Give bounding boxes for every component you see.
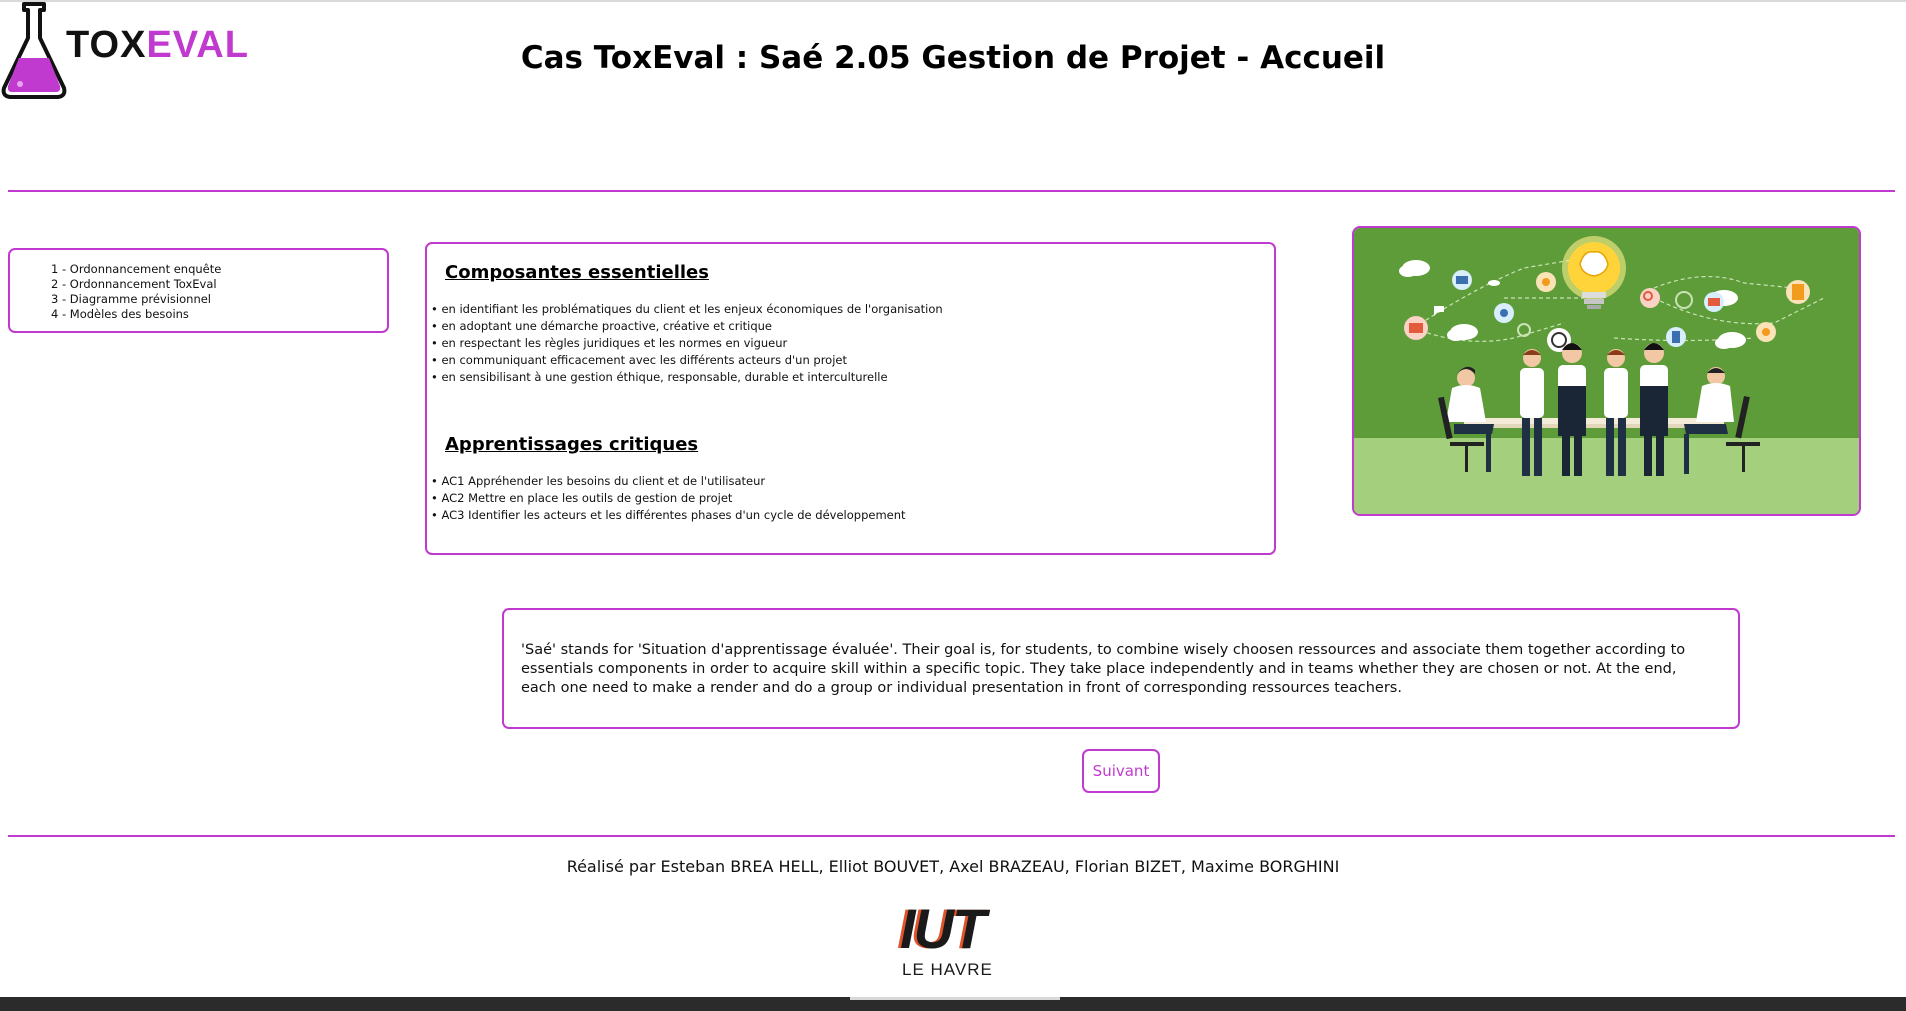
- nav-item-diagramme-previsionnel[interactable]: 3 - Diagramme prévisionnel: [51, 292, 387, 307]
- footer-divider: [8, 835, 1895, 837]
- composante-item: en adoptant une démarche proactive, créa…: [431, 318, 943, 335]
- nav-item-ordonnancement-toxeval[interactable]: 2 - Ordonnancement ToxEval: [51, 277, 387, 292]
- nav-menu-box: 1 - Ordonnancement enquête 2 - Ordonnanc…: [8, 248, 389, 333]
- composantes-title: Composantes essentielles: [445, 262, 709, 283]
- team-meeting-image: [1354, 228, 1859, 514]
- next-button[interactable]: Suivant: [1082, 749, 1160, 793]
- composante-item: en identifiant les problématiques du cli…: [431, 301, 942, 318]
- apprentissages-title: Apprentissages critiques: [445, 434, 699, 455]
- composante-item: en respectant les règles juridiques et l…: [431, 335, 943, 352]
- iut-le-havre-logo: IUT LE HAVRE: [898, 897, 1008, 982]
- composantes-list: en identifiant les problématiques du cli…: [431, 301, 943, 386]
- apprentissage-item: AC2 Mettre en place les outils de gestio…: [431, 490, 906, 507]
- credits-text: Réalisé par Esteban BREA HELL, Elliot BO…: [566, 857, 1340, 876]
- header-divider: [8, 190, 1895, 192]
- nav-item-label[interactable]: 2 - Ordonnancement ToxEval: [51, 277, 217, 291]
- nav-item-label[interactable]: 1 - Ordonnancement enquête: [51, 262, 221, 276]
- taskbar-highlight: [850, 997, 1060, 1000]
- apprentissages-list: AC1 Appréhender les besoins du client et…: [431, 473, 906, 524]
- window-top-border: [0, 0, 1906, 2]
- taskbar: [0, 997, 1906, 1011]
- team-meeting-illustration: [1352, 226, 1861, 516]
- composante-item: en communiquant efficacement avec les di…: [431, 352, 943, 369]
- sae-description-text: 'Saé' stands for 'Situation d'apprentiss…: [521, 642, 1686, 696]
- nav-list: 1 - Ordonnancement enquête 2 - Ordonnanc…: [10, 250, 387, 322]
- nav-item-modeles-besoins[interactable]: 4 - Modèles des besoins: [51, 307, 387, 322]
- iut-logo-subtitle: LE HAVRE: [902, 960, 993, 979]
- apprentissage-item: AC1 Appréhender les besoins du client et…: [431, 473, 906, 490]
- page-title: Cas ToxEval : Saé 2.05 Gestion de Projet…: [520, 40, 1386, 76]
- competences-box: Composantes essentielles en identifiant …: [425, 242, 1276, 555]
- nav-item-label[interactable]: 3 - Diagramme prévisionnel: [51, 292, 211, 306]
- nav-item-ordonnancement-enquete[interactable]: 1 - Ordonnancement enquête: [51, 262, 387, 277]
- composante-item: en sensibilisant à une gestion éthique, …: [431, 369, 943, 386]
- nav-item-label[interactable]: 4 - Modèles des besoins: [51, 307, 189, 321]
- sae-description-box: 'Saé' stands for 'Situation d'apprentiss…: [502, 608, 1740, 729]
- iut-logo-letters: IUT: [900, 897, 986, 960]
- apprentissage-item: AC3 Identifier les acteurs et les différ…: [431, 507, 905, 524]
